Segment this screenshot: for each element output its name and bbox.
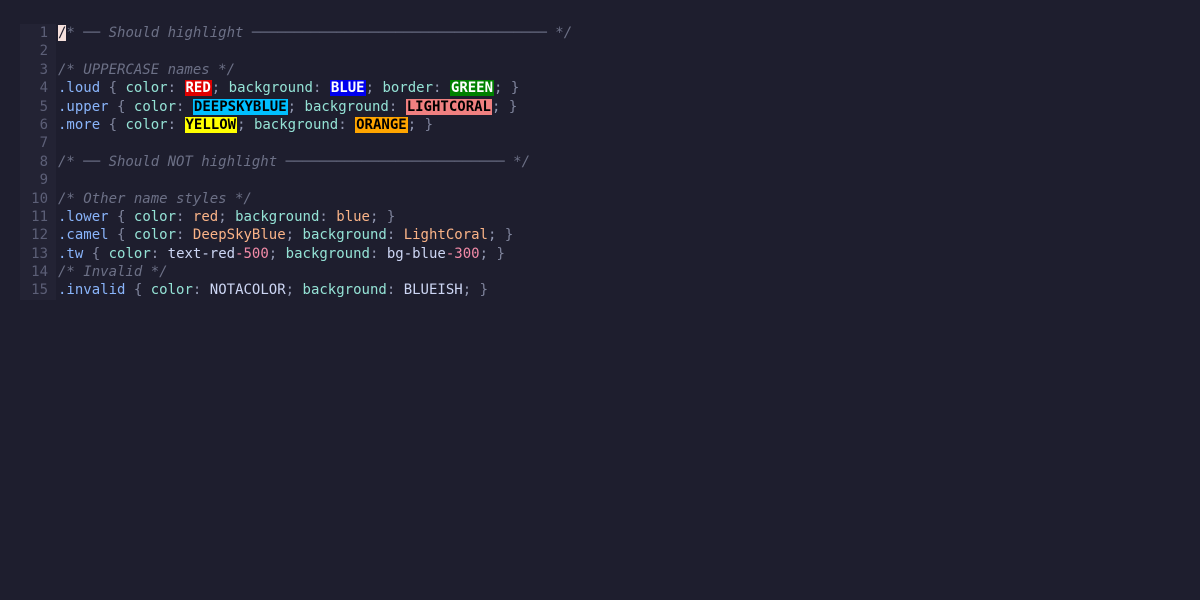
code-area[interactable]: /* ── Should highlight ─────────────────… (56, 24, 1180, 576)
css-selector: .loud (58, 80, 101, 97)
color-swatch-value: RED (184, 80, 212, 97)
code-line[interactable]: .more { color: YELLOW; background: ORANG… (58, 116, 1180, 134)
code-line[interactable]: .lower { color: red; background: blue; } (58, 208, 1180, 226)
line-number: 4 (39, 80, 48, 97)
css-value-number: -300 (445, 245, 480, 262)
code-line[interactable]: /* Invalid */ (58, 263, 1180, 281)
line-number: 14 (31, 264, 48, 281)
css-value: bg-blue (386, 245, 446, 262)
css-property: background (235, 208, 320, 225)
css-property: background (302, 227, 387, 244)
code-line[interactable]: /* ── Should NOT highlight ─────────────… (58, 153, 1180, 171)
code-line[interactable]: .loud { color: RED; background: BLUE; bo… (58, 79, 1180, 97)
color-swatch-value: LIGHTCORAL (405, 98, 492, 115)
code-line[interactable]: /* Other name styles */ (58, 190, 1180, 208)
code-line[interactable]: .tw { color: text-red-500; background: b… (58, 245, 1180, 263)
code-line[interactable]: /* ── Should highlight ─────────────────… (58, 24, 1180, 42)
line-number: 8 (39, 153, 48, 170)
code-line[interactable]: .invalid { color: NOTACOLOR; background:… (58, 281, 1180, 299)
css-value: red (192, 208, 219, 225)
css-property: background (253, 116, 339, 133)
css-value: NOTACOLOR (209, 282, 286, 299)
line-number: 11 (31, 208, 48, 225)
css-property: color (133, 98, 177, 115)
css-property: color (150, 282, 193, 299)
css-selector: .more (58, 116, 101, 133)
css-property: background (285, 245, 370, 262)
line-number: 5 (39, 98, 48, 115)
css-property: background (304, 98, 389, 115)
css-property: background (302, 282, 387, 299)
line-number: 10 (31, 190, 48, 207)
comment: /* ── Should NOT highlight ─────────────… (58, 153, 531, 170)
css-property: border (382, 80, 434, 97)
color-swatch-value: BLUE (329, 80, 366, 97)
css-value-number: -500 (235, 245, 269, 262)
code-line[interactable]: /* UPPERCASE names */ (58, 61, 1180, 79)
code-line[interactable] (58, 134, 1180, 152)
css-selector: .invalid (58, 282, 126, 299)
line-number: 6 (39, 116, 48, 133)
line-number: 9 (39, 172, 48, 189)
css-value: blue (336, 208, 370, 225)
color-swatch-value: YELLOW (184, 116, 238, 133)
css-property: color (133, 208, 177, 225)
css-property: color (125, 116, 168, 133)
css-selector: .lower (58, 208, 109, 225)
code-line[interactable] (58, 42, 1180, 60)
line-number: 15 (31, 282, 48, 299)
css-selector: .upper (58, 98, 109, 115)
css-value: text-red (167, 245, 236, 262)
css-selector: .camel (58, 227, 109, 244)
line-number: 7 (39, 135, 48, 152)
code-line[interactable]: .camel { color: DeepSkyBlue; background:… (58, 226, 1180, 244)
css-property: color (108, 245, 151, 262)
css-property: color (125, 80, 168, 97)
line-number-gutter: 1 2 3 4 5 6 7 8 9 10 11 12 13 14 15 (20, 24, 56, 300)
line-number: 2 (39, 43, 48, 60)
comment: * ── Should highlight ──────────────────… (66, 25, 573, 41)
code-line[interactable]: .upper { color: DEEPSKYBLUE; background:… (58, 98, 1180, 116)
comment: /* UPPERCASE names */ (58, 61, 236, 78)
line-number: 12 (31, 227, 48, 244)
css-selector: .tw (58, 245, 84, 262)
color-swatch-value: GREEN (449, 80, 495, 97)
css-value: BLUEISH (403, 282, 463, 299)
comment: /* Other name styles */ (58, 190, 252, 207)
css-property: background (228, 80, 313, 97)
code-editor[interactable]: 1 2 3 4 5 6 7 8 9 10 11 12 13 14 15 /* ─… (20, 24, 1180, 576)
line-number: 3 (39, 61, 48, 78)
line-number: 13 (31, 245, 48, 262)
comment: /* Invalid */ (58, 264, 168, 281)
css-value: LightCoral (403, 227, 488, 244)
css-property: color (133, 227, 177, 244)
css-value: DeepSkyBlue (192, 227, 286, 244)
color-swatch-value: DEEPSKYBLUE (192, 98, 288, 115)
line-number: 1 (39, 25, 48, 41)
color-swatch-value: ORANGE (355, 116, 408, 133)
code-line[interactable] (58, 171, 1180, 189)
